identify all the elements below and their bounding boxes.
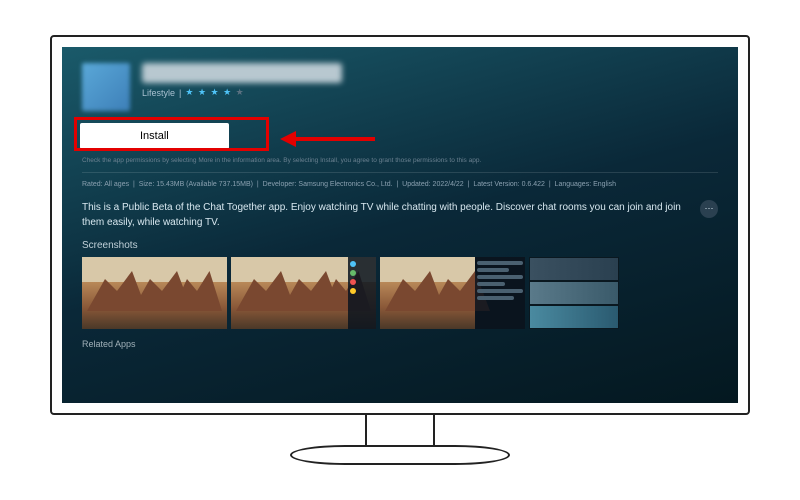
- ellipsis-icon: ⋯: [705, 202, 714, 216]
- version-label: Latest Version:: [473, 181, 519, 188]
- app-description-row: This is a Public Beta of the Chat Togeth…: [62, 196, 738, 240]
- app-meta: Lifestyle | ★ ★ ★ ★ ★: [142, 87, 718, 98]
- screenshot-2[interactable]: [231, 257, 376, 329]
- app-store-screen: Lifestyle | ★ ★ ★ ★ ★ Install Check the …: [62, 47, 738, 403]
- meta-divider: |: [179, 88, 181, 98]
- app-title-blurred: [142, 63, 342, 83]
- size-value: 15.43MB (Available 737.15MB): [156, 181, 253, 188]
- more-button[interactable]: ⋯: [700, 200, 718, 218]
- updated-value: 2022/4/22: [433, 181, 464, 188]
- annotation-arrow-icon: [280, 129, 380, 149]
- rated-label: Rated:: [82, 181, 103, 188]
- tv-stand-base: [290, 445, 510, 465]
- languages-value: English: [593, 181, 616, 188]
- related-apps-heading: Related Apps: [62, 329, 738, 349]
- screenshot-3[interactable]: [380, 257, 525, 329]
- app-category: Lifestyle: [142, 88, 175, 98]
- updated-label: Updated:: [402, 181, 430, 188]
- app-icon: [82, 63, 130, 111]
- size-label: Size:: [139, 181, 155, 188]
- screenshot-4[interactable]: [529, 257, 619, 329]
- languages-label: Languages:: [555, 181, 592, 188]
- version-value: 0.6.422: [522, 181, 545, 188]
- tv-frame: Lifestyle | ★ ★ ★ ★ ★ Install Check the …: [50, 35, 750, 415]
- screenshots-row[interactable]: [62, 257, 738, 329]
- screenshots-heading: Screenshots: [62, 240, 738, 257]
- developer-label: Developer:: [263, 181, 297, 188]
- screenshot-1[interactable]: [82, 257, 227, 329]
- developer-value: Samsung Electronics Co., Ltd.: [298, 181, 392, 188]
- install-row: Install: [62, 119, 738, 153]
- tv-stand-neck: [365, 415, 435, 445]
- app-title-area: Lifestyle | ★ ★ ★ ★ ★: [142, 63, 718, 98]
- permission-note: Check the app permissions by selecting M…: [62, 153, 738, 172]
- app-description: This is a Public Beta of the Chat Togeth…: [82, 200, 690, 230]
- app-header: Lifestyle | ★ ★ ★ ★ ★: [62, 47, 738, 119]
- app-details: Rated: All ages | Size: 15.43MB (Availab…: [62, 173, 738, 196]
- rated-value: All ages: [104, 181, 129, 188]
- rating-stars: ★ ★ ★ ★ ★: [185, 87, 244, 98]
- install-button[interactable]: Install: [80, 123, 229, 149]
